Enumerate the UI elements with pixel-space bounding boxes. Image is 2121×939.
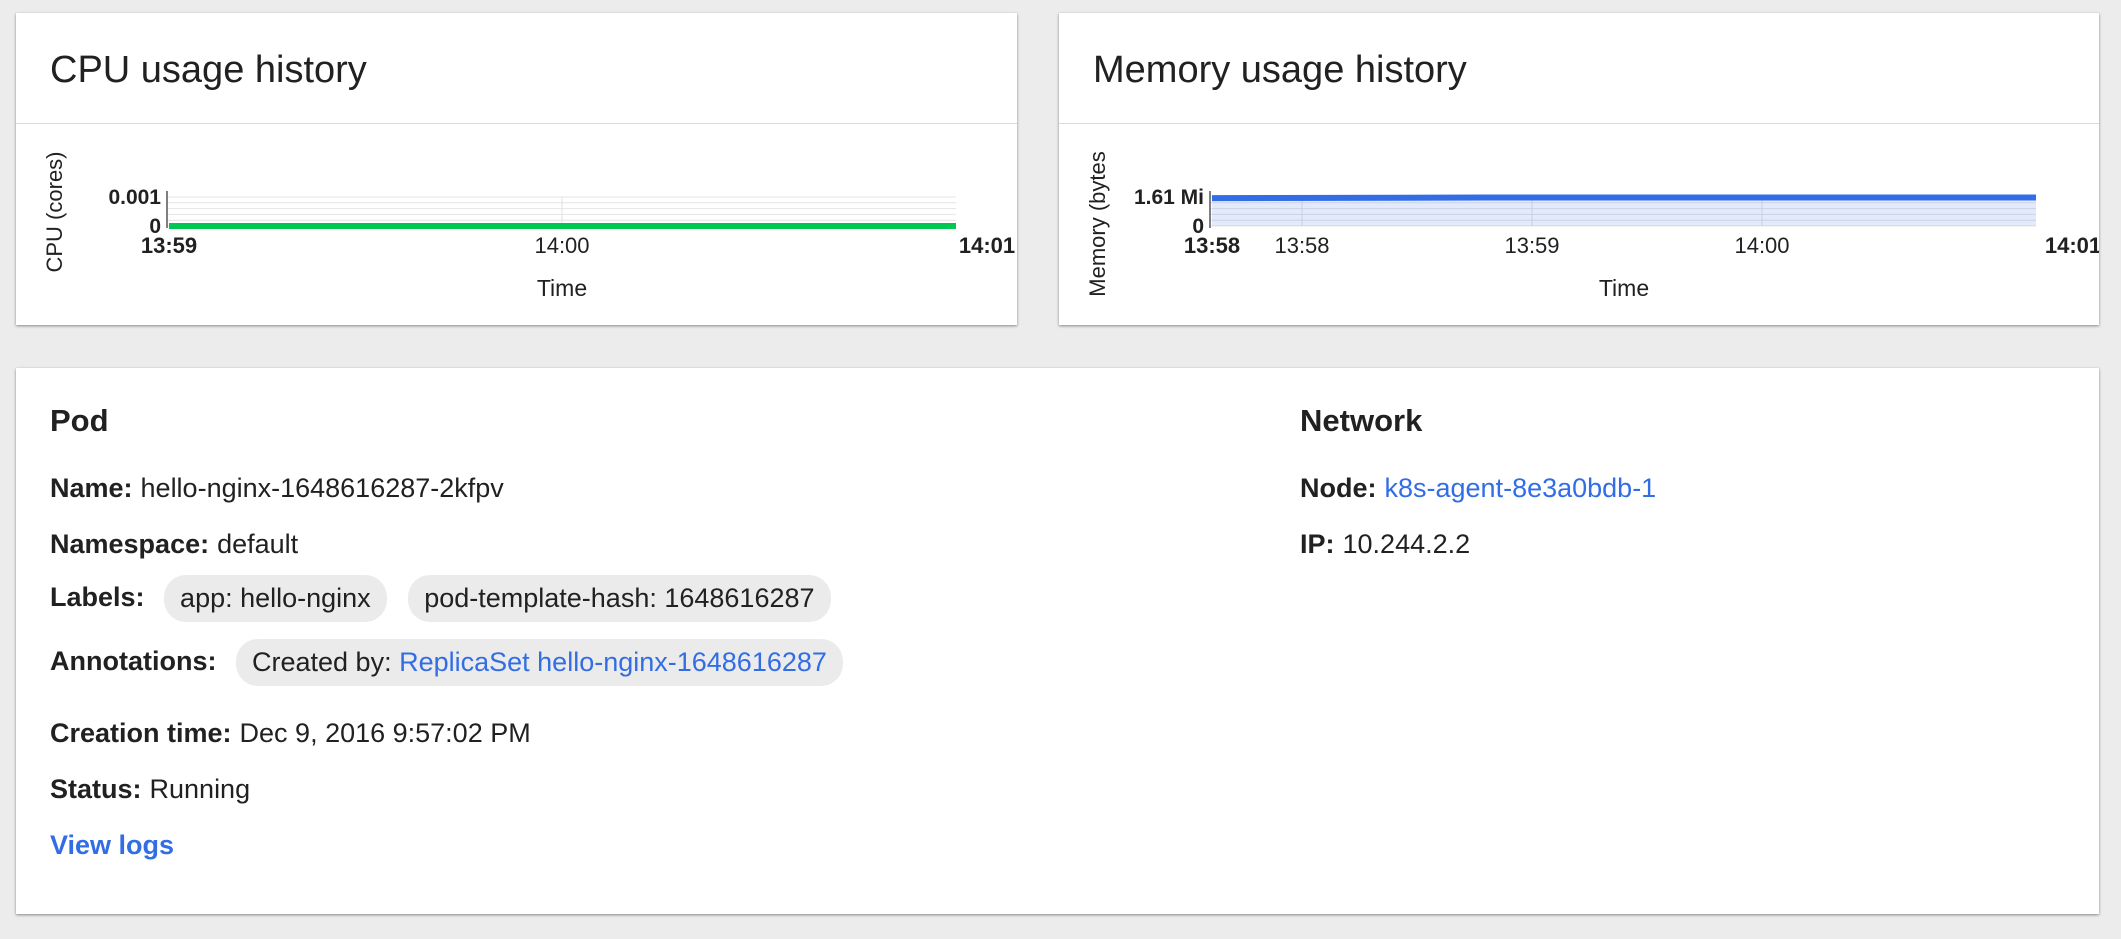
namespace-label: Namespace:	[50, 529, 210, 559]
memory-x-axis-label: Time	[1599, 275, 1649, 301]
namespace-value: default	[217, 529, 299, 559]
ip-value: 10.244.2.2	[1342, 529, 1471, 559]
cpu-x-tick-label: 14:00	[534, 233, 589, 258]
label-chip: app: hello-nginx	[164, 575, 387, 622]
mem-x-tick-label: 13:59	[1504, 233, 1559, 258]
memory-usage-card: Memory usage history 1.61 Mi 0 13:58 13:58 1…	[1059, 13, 2099, 325]
memory-series-line	[1211, 194, 2036, 202]
pod-section-title: Pod	[50, 403, 109, 438]
creation-time-value: Dec 9, 2016 9:57:02 PM	[239, 718, 531, 748]
label-chip: pod-template-hash: 1648616287	[408, 575, 831, 622]
cpu-x-axis-label: Time	[537, 275, 587, 301]
namespace-row: Namespace: default	[50, 529, 298, 560]
mem-x-tick-label: 14:01	[2045, 233, 2099, 258]
view-logs-link[interactable]: View logs	[50, 830, 174, 861]
annotation-prefix: Created by:	[252, 647, 392, 677]
labels-label: Labels:	[50, 581, 145, 612]
memory-card-title: Memory usage history	[1093, 49, 1467, 91]
memory-series-area	[1212, 197, 2036, 226]
annotation-chip: Created by: ReplicaSet hello-nginx-16486…	[236, 639, 843, 686]
pod-name-row: Name: hello-nginx-1648616287-2kfpv	[50, 473, 504, 504]
cpu-y-tick-label: 0.001	[108, 186, 161, 209]
network-section-title: Network	[1300, 403, 1423, 438]
pod-name-value: hello-nginx-1648616287-2kfpv	[140, 473, 504, 503]
cpu-chart-grid	[167, 196, 956, 227]
annotations-row: Annotations: Created by: ReplicaSet hell…	[50, 639, 853, 686]
node-link[interactable]: k8s-agent-8e3a0bdb-1	[1385, 473, 1657, 503]
pod-details-card: Pod Name: hello-nginx-1648616287-2kfpv Na…	[16, 368, 2099, 914]
cpu-x-tick-label: 14:01	[959, 233, 1015, 258]
cpu-usage-card: CPU usage history 0.001 0 13:59 14:00 14:01 …	[16, 13, 1017, 325]
creation-time-label: Creation time:	[50, 718, 232, 748]
pod-name-label: Name:	[50, 473, 133, 503]
status-value: Running	[149, 774, 251, 804]
node-label: Node:	[1300, 473, 1377, 503]
labels-row: Labels: app: hello-nginx pod-template-ha…	[50, 575, 841, 622]
memory-y-axis-label: Memory (bytes	[1085, 151, 1110, 296]
memory-chart: 1.61 Mi013:58 13:58 13:59 14:00 14:01 Time M…	[1085, 151, 2099, 301]
cpu-chart: 0.001013:59 14:00 14:01 Time CPU (cores)	[42, 151, 1015, 301]
cpu-y-axis-label: CPU (cores)	[42, 151, 67, 272]
replicaset-link[interactable]: ReplicaSet hello-nginx-1648616287	[399, 647, 827, 677]
status-row: Status: Running	[50, 774, 250, 805]
cpu-card-title: CPU usage history	[50, 49, 367, 91]
mem-y-tick-label: 1.61 Mi	[1134, 186, 1204, 209]
cpu-x-tick-label: 13:59	[141, 233, 197, 258]
mem-x-tick-label: 13:58	[1184, 233, 1240, 258]
mem-x-tick-label: 14:00	[1734, 233, 1789, 258]
node-row: Node: k8s-agent-8e3a0bdb-1	[1300, 473, 1656, 504]
status-label: Status:	[50, 774, 142, 804]
creation-time-row: Creation time: Dec 9, 2016 9:57:02 PM	[50, 718, 531, 749]
ip-row: IP: 10.244.2.2	[1300, 529, 1470, 560]
mem-x-tick-label: 13:58	[1274, 233, 1329, 258]
annotations-label: Annotations:	[50, 645, 217, 676]
ip-label: IP:	[1300, 529, 1335, 559]
